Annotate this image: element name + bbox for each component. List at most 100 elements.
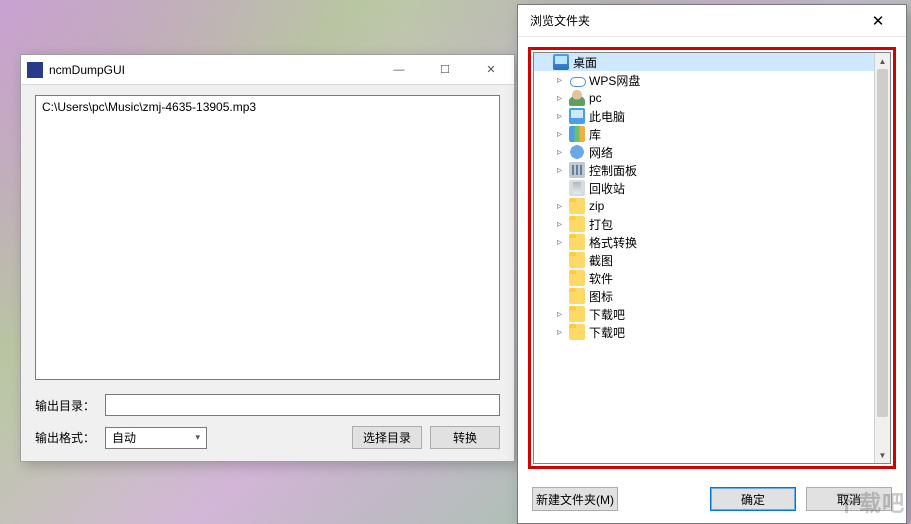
scroll-track[interactable]: [875, 69, 890, 447]
folder-icon: [569, 216, 585, 232]
maximize-icon: ☐: [440, 63, 450, 76]
browse-folder-dialog: 浏览文件夹 ✕ 桌面▹WPS网盘▹pc▹此电脑▹库▹网络▹控制面板回收站▹zip…: [517, 4, 907, 524]
tree-node-label: 网络: [589, 144, 613, 161]
expand-icon[interactable]: ▹: [554, 201, 565, 212]
tree-node-label: 下载吧: [589, 324, 625, 341]
folder-icon: [569, 306, 585, 322]
output-dir-label: 输出目录：: [35, 397, 97, 414]
tree-node[interactable]: ▹ 此电脑: [534, 107, 874, 125]
new-folder-button[interactable]: 新建文件夹(M): [532, 487, 618, 511]
cancel-button[interactable]: 取消: [806, 487, 892, 511]
output-dir-input[interactable]: [105, 394, 500, 416]
minimize-button[interactable]: —: [376, 55, 422, 85]
tree-node[interactable]: ▹ 下载吧: [534, 323, 874, 341]
bin-icon: [569, 180, 585, 196]
tree-node[interactable]: ▹ 下载吧: [534, 305, 874, 323]
scroll-down-button[interactable]: ▼: [875, 447, 891, 463]
combo-selected: 自动: [112, 429, 136, 446]
file-entry[interactable]: C:\Users\pc\Music\zmj-4635-13905.mp3: [42, 100, 493, 114]
tree-node-label: 打包: [589, 216, 613, 233]
tree-node[interactable]: 桌面: [534, 53, 874, 71]
output-dir-row: 输出目录：: [35, 394, 500, 416]
ok-button[interactable]: 确定: [710, 487, 796, 511]
tree-node-label: 下载吧: [589, 306, 625, 323]
client-area: C:\Users\pc\Music\zmj-4635-13905.mp3 输出目…: [21, 85, 514, 461]
tree-node[interactable]: ▹库: [534, 125, 874, 143]
scroll-thumb[interactable]: [877, 69, 888, 417]
expand-icon[interactable]: ▹: [554, 237, 565, 248]
output-format-row: 输出格式： 自动 ▾ 选择目录 转换: [35, 426, 500, 449]
expand-icon[interactable]: ▹: [554, 327, 565, 338]
tree-node[interactable]: 图标: [534, 287, 874, 305]
tree-node-label: 图标: [589, 288, 613, 305]
tree-node[interactable]: ▹ pc: [534, 89, 874, 107]
tree-node[interactable]: ▹ 网络: [534, 143, 874, 161]
folder-icon: [569, 252, 585, 268]
tree-node[interactable]: ▹ 控制面板: [534, 161, 874, 179]
folder-icon: [569, 288, 585, 304]
tree-node-label: 此电脑: [589, 108, 625, 125]
dialog-close-button[interactable]: ✕: [858, 7, 898, 35]
tree-node[interactable]: ▹ 格式转换: [534, 233, 874, 251]
lib-icon: [569, 126, 585, 142]
scrollbar-vertical[interactable]: ▲ ▼: [874, 53, 890, 463]
user-icon: [569, 90, 585, 106]
folder-icon: [569, 324, 585, 340]
pc-icon: [569, 108, 585, 124]
folder-icon: [569, 234, 585, 250]
dialog-body: 桌面▹WPS网盘▹pc▹此电脑▹库▹网络▹控制面板回收站▹zip▹打包▹格式转换…: [518, 37, 906, 475]
tree-node[interactable]: 软件: [534, 269, 874, 287]
minimize-icon: —: [394, 64, 405, 76]
tree-node-label: 控制面板: [589, 162, 637, 179]
dialog-title: 浏览文件夹: [530, 12, 858, 29]
tree-node-label: 回收站: [589, 180, 625, 197]
folder-icon: [569, 270, 585, 286]
tree-node-label: 格式转换: [589, 234, 637, 251]
convert-button[interactable]: 转换: [430, 426, 500, 449]
file-list[interactable]: C:\Users\pc\Music\zmj-4635-13905.mp3: [35, 95, 500, 380]
tree-node-label: pc: [589, 91, 602, 105]
expand-icon[interactable]: ▹: [554, 75, 565, 86]
dialog-titlebar: 浏览文件夹 ✕: [518, 5, 906, 37]
close-icon: ✕: [486, 63, 495, 76]
maximize-button[interactable]: ☐: [422, 55, 468, 85]
output-format-label: 输出格式：: [35, 429, 97, 446]
expand-icon[interactable]: ▹: [554, 219, 565, 230]
tree-node[interactable]: 回收站: [534, 179, 874, 197]
main-window: ncmDumpGUI — ☐ ✕ C:\Users\pc\Music\zmj-4…: [20, 54, 515, 462]
folder-tree[interactable]: 桌面▹WPS网盘▹pc▹此电脑▹库▹网络▹控制面板回收站▹zip▹打包▹格式转换…: [534, 53, 874, 463]
expand-icon[interactable]: ▹: [554, 93, 565, 104]
expand-icon[interactable]: ▹: [554, 111, 565, 122]
tree-node[interactable]: ▹ 打包: [534, 215, 874, 233]
close-icon: ✕: [872, 12, 885, 30]
tree-node-label: WPS网盘: [589, 72, 640, 89]
cloud-icon: [569, 72, 585, 88]
tree-node-label: 软件: [589, 270, 613, 287]
folder-icon: [569, 198, 585, 214]
close-button[interactable]: ✕: [468, 55, 514, 85]
app-icon: [27, 62, 43, 78]
scroll-up-button[interactable]: ▲: [875, 53, 891, 69]
tree-node-label: 桌面: [573, 54, 597, 71]
titlebar: ncmDumpGUI — ☐ ✕: [21, 55, 514, 85]
expand-icon[interactable]: ▹: [554, 129, 565, 140]
choose-dir-button[interactable]: 选择目录: [352, 426, 422, 449]
bottom-rows: 输出目录： 输出格式： 自动 ▾ 选择目录 转换: [35, 394, 500, 449]
dialog-footer: 新建文件夹(M) 确定 取消: [518, 475, 906, 523]
window-title: ncmDumpGUI: [49, 63, 376, 77]
tree-node[interactable]: ▹ WPS网盘: [534, 71, 874, 89]
tree-node[interactable]: 截图: [534, 251, 874, 269]
desktop-icon: [553, 54, 569, 70]
tree-node-label: 截图: [589, 252, 613, 269]
tree-node-label: zip: [589, 199, 604, 213]
output-format-combo[interactable]: 自动 ▾: [105, 427, 207, 449]
folder-tree-container: 桌面▹WPS网盘▹pc▹此电脑▹库▹网络▹控制面板回收站▹zip▹打包▹格式转换…: [533, 52, 891, 464]
tree-node-label: 库: [589, 126, 601, 143]
chevron-down-icon: ▾: [195, 432, 200, 443]
tree-node[interactable]: ▹ zip: [534, 197, 874, 215]
highlight-box: 桌面▹WPS网盘▹pc▹此电脑▹库▹网络▹控制面板回收站▹zip▹打包▹格式转换…: [528, 47, 896, 469]
panel-icon: [569, 162, 585, 178]
expand-icon[interactable]: ▹: [554, 309, 565, 320]
expand-icon[interactable]: ▹: [554, 165, 565, 176]
expand-icon[interactable]: ▹: [554, 147, 565, 158]
